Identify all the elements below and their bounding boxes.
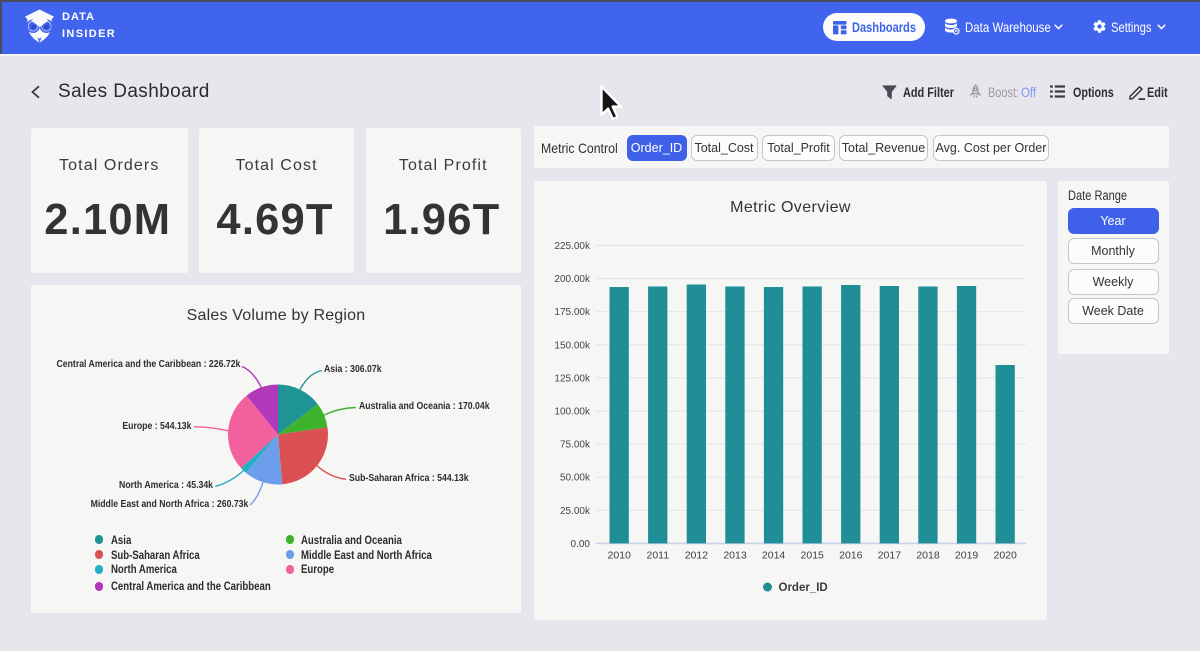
svg-text:200.00k: 200.00k	[554, 274, 591, 285]
svg-text:2015: 2015	[801, 550, 825, 562]
svg-text:2013: 2013	[723, 550, 747, 562]
svg-text:100.00k: 100.00k	[554, 407, 591, 418]
svg-text:125.00k: 125.00k	[554, 373, 591, 384]
svg-text:2012: 2012	[685, 550, 709, 562]
svg-text:0.00: 0.00	[571, 539, 591, 550]
svg-text:2010: 2010	[608, 550, 632, 562]
svg-text:50.00k: 50.00k	[560, 473, 591, 484]
svg-text:175.00k: 175.00k	[554, 307, 591, 318]
svg-text:2018: 2018	[916, 550, 940, 562]
svg-text:225.00k: 225.00k	[554, 241, 591, 252]
svg-text:150.00k: 150.00k	[554, 340, 591, 351]
svg-text:25.00k: 25.00k	[560, 506, 591, 517]
svg-text:2014: 2014	[762, 550, 786, 562]
svg-text:2016: 2016	[839, 550, 863, 562]
svg-text:2020: 2020	[994, 550, 1018, 562]
svg-text:2011: 2011	[647, 550, 670, 562]
svg-text:2019: 2019	[955, 550, 979, 562]
svg-text:75.00k: 75.00k	[560, 440, 591, 451]
svg-text:2017: 2017	[878, 550, 902, 562]
svg-text:Order_ID: Order_ID	[779, 582, 828, 594]
